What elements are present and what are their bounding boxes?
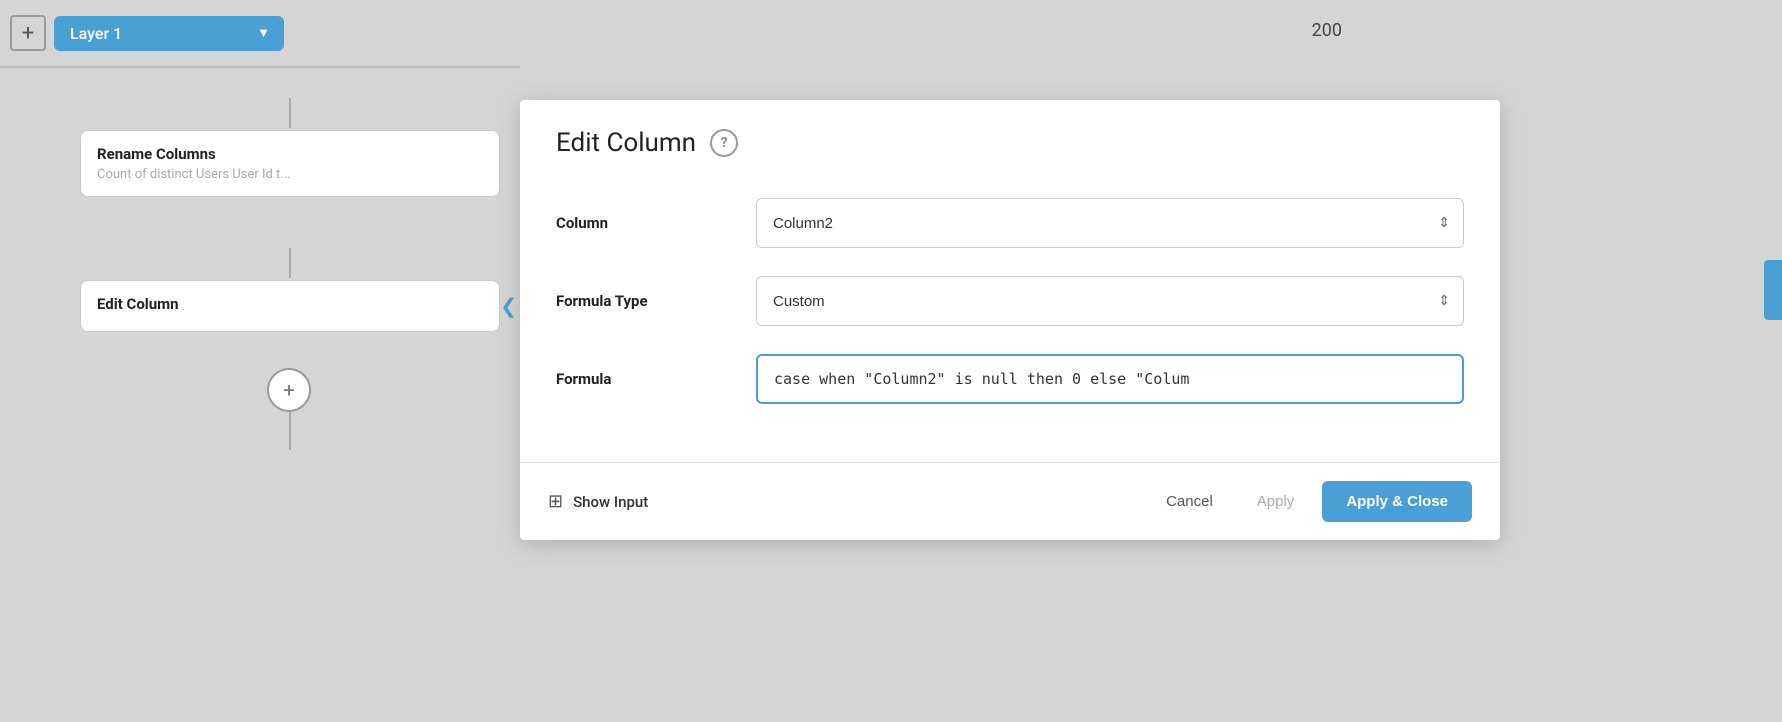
help-icon[interactable]: ? xyxy=(710,129,738,157)
modal-title: Edit Column xyxy=(556,128,696,158)
add-step-button[interactable]: + xyxy=(267,368,311,412)
column-control: Column2 ⇕ xyxy=(756,198,1464,248)
apply-button[interactable]: Apply xyxy=(1241,483,1311,520)
layer-dropdown-arrow-icon: ▼ xyxy=(257,25,270,41)
formula-field-row: Formula xyxy=(556,354,1464,404)
layer-dropdown[interactable]: Layer 1 ▼ xyxy=(54,16,284,51)
formula-control xyxy=(756,354,1464,404)
formula-label: Formula xyxy=(556,370,756,388)
formula-type-select[interactable]: Custom xyxy=(756,276,1464,326)
show-input-area[interactable]: ⊞ Show Input xyxy=(548,491,648,512)
formula-input[interactable] xyxy=(756,354,1464,404)
edit-column-title: Edit Column xyxy=(97,295,483,313)
column-select[interactable]: Column2 xyxy=(756,198,1464,248)
formula-type-control: Custom ⇕ xyxy=(756,276,1464,326)
rename-columns-subtitle: Count of distinct Users User Id t... xyxy=(97,167,483,182)
right-panel-tab[interactable] xyxy=(1764,260,1782,320)
layer-name-label: Layer 1 xyxy=(70,24,122,43)
top-bar: + Layer 1 ▼ xyxy=(0,0,520,68)
edit-column-modal: Edit Column ? Column Column2 ⇕ Formula T… xyxy=(520,100,1500,540)
rename-columns-title: Rename Columns xyxy=(97,145,483,163)
modal-header: Edit Column ? xyxy=(520,100,1500,178)
modal-body: Column Column2 ⇕ Formula Type Custom ⇕ F… xyxy=(520,178,1500,462)
column-number: 200 xyxy=(1312,20,1342,41)
footer-actions: Cancel Apply Apply & Close xyxy=(1150,481,1472,522)
connector-line-2 xyxy=(289,248,291,278)
node-expand-arrow-icon: ❮ xyxy=(500,294,517,318)
connector-line-1 xyxy=(289,98,291,128)
apply-and-close-button[interactable]: Apply & Close xyxy=(1322,481,1472,522)
formula-type-label: Formula Type xyxy=(556,292,756,310)
add-layer-button[interactable]: + xyxy=(10,15,46,51)
table-icon: ⊞ xyxy=(548,491,563,512)
column-label: Column xyxy=(556,214,756,232)
column-field-row: Column Column2 ⇕ xyxy=(556,198,1464,248)
formula-type-field-row: Formula Type Custom ⇕ xyxy=(556,276,1464,326)
show-input-label: Show Input xyxy=(573,493,648,511)
edit-column-node[interactable]: Edit Column ❮ xyxy=(80,280,500,332)
cancel-button[interactable]: Cancel xyxy=(1150,483,1229,520)
modal-footer: ⊞ Show Input Cancel Apply Apply & Close xyxy=(520,462,1500,540)
rename-columns-node[interactable]: Rename Columns Count of distinct Users U… xyxy=(80,130,500,197)
